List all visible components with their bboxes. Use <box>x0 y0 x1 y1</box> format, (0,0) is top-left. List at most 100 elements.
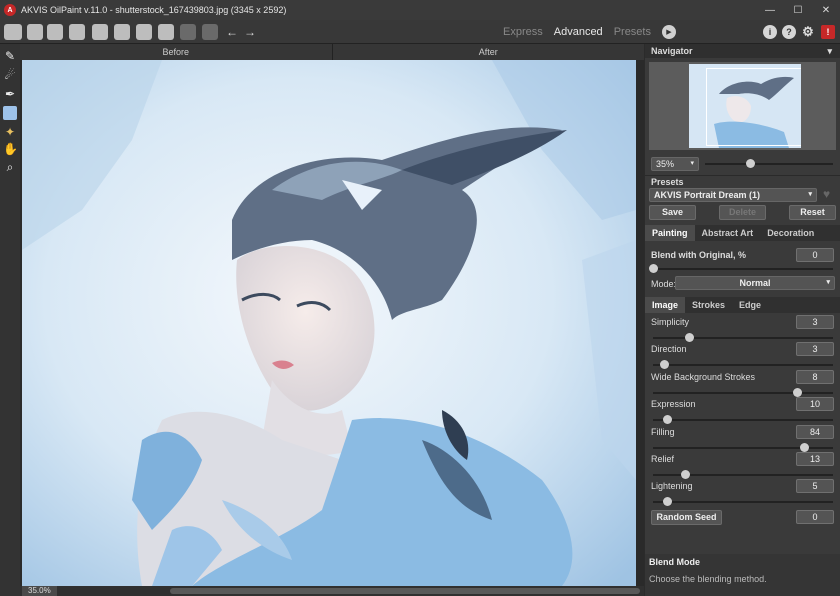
tab-edge[interactable]: Edge <box>732 297 768 313</box>
blend-label: Blend with Original, % <box>651 250 747 260</box>
batch-icon[interactable] <box>92 24 108 40</box>
help-icon[interactable]: ? <box>782 25 796 39</box>
blend-mode-select[interactable]: Normal ▾ <box>675 276 835 290</box>
tab-image[interactable]: Image <box>645 297 686 313</box>
home-icon[interactable] <box>4 24 22 40</box>
direction-slider-knob[interactable] <box>659 360 669 370</box>
direction-slider[interactable] <box>653 360 833 370</box>
navigator-title: Navigator <box>651 46 693 56</box>
delete-preset-button: Delete <box>719 205 766 220</box>
navigator-preview[interactable] <box>649 62 836 150</box>
zoom-slider-knob[interactable] <box>745 159 755 168</box>
zoom-tool-icon[interactable]: ⌕ <box>3 160 17 174</box>
random-seed-value-field[interactable]: 0 <box>796 510 834 524</box>
chevron-down-icon: ▾ <box>808 191 812 198</box>
lightening-slider-knob[interactable] <box>663 497 673 507</box>
tab-before[interactable]: Before <box>20 44 332 60</box>
main-tabs: Painting Abstract Art Decoration <box>645 225 840 241</box>
favorite-heart-icon[interactable]: ♥ <box>823 187 830 201</box>
tab-abstract-art[interactable]: Abstract Art <box>695 225 761 241</box>
lightening-value-field[interactable]: 5 <box>796 479 834 494</box>
share-icon[interactable] <box>114 24 130 40</box>
save-preset-button[interactable]: Save <box>649 205 696 220</box>
mode-advanced[interactable]: Advanced <box>554 26 603 38</box>
selection-tool-icon[interactable] <box>3 106 17 120</box>
tab-after[interactable]: After <box>331 44 645 60</box>
wide-background-strokes-value-field[interactable]: 8 <box>796 369 834 384</box>
info-icon[interactable]: i <box>763 25 777 39</box>
image-canvas[interactable] <box>22 60 636 586</box>
direction-value-field[interactable]: 3 <box>796 342 834 357</box>
mode-express[interactable]: Express <box>503 26 543 38</box>
simplicity-slider[interactable] <box>653 333 833 342</box>
run-play-icon[interactable]: ▶ <box>661 25 676 39</box>
navigator-view-box[interactable] <box>706 68 801 146</box>
plugin-icon[interactable] <box>136 24 152 40</box>
open-file-icon[interactable] <box>27 24 43 40</box>
wide-background-strokes-slider-knob[interactable] <box>793 387 802 397</box>
chevron-down-icon: ▾ <box>690 160 694 167</box>
random-seed-button[interactable]: Random Seed <box>651 510 722 525</box>
simplicity-value-field[interactable]: 3 <box>796 315 834 329</box>
expression-slider-knob[interactable] <box>663 415 673 425</box>
canvas-vertical-scrollbar[interactable] <box>636 60 644 586</box>
brush-tool-icon[interactable]: ✎ <box>3 49 17 63</box>
navigator-header[interactable]: Navigator ▾ <box>645 44 840 58</box>
lightening-slider[interactable] <box>653 497 833 507</box>
tab-strokes[interactable]: Strokes <box>685 297 732 313</box>
before-after-tabs: Before After <box>20 44 644 60</box>
navigator-thumbnail <box>689 64 801 148</box>
settings-gear-icon[interactable]: ⚙ <box>801 24 815 39</box>
tool-palette: ✎ ☄ ✒ ✦ ✋ ⌕ <box>0 44 20 596</box>
mode-presets[interactable]: Presets <box>614 26 651 38</box>
print-icon[interactable] <box>69 24 85 40</box>
main-toolbar: ← → Express Advanced Presets ▶ i ? ⚙ ! <box>0 20 840 44</box>
expression-slider[interactable] <box>653 415 833 425</box>
window-controls: — ☐ ✕ <box>756 0 840 20</box>
save-file-icon[interactable] <box>47 24 63 40</box>
direction-label: Direction <box>651 344 687 355</box>
wide-background-strokes-slider[interactable] <box>653 387 833 397</box>
presets-label: Presets <box>651 177 684 187</box>
filling-slider[interactable] <box>653 442 833 452</box>
zoom-select[interactable]: 35% ▾ <box>651 157 699 171</box>
pen-tool-icon[interactable]: ✒ <box>3 87 17 101</box>
wide-background-strokes-label: Wide Background Strokes <box>651 371 756 382</box>
relief-value-field[interactable]: 13 <box>796 452 834 466</box>
expression-value-field[interactable]: 10 <box>796 397 834 412</box>
close-button[interactable]: ✕ <box>812 0 840 20</box>
notification-icon[interactable]: ! <box>821 25 835 39</box>
stamp-tool-icon[interactable]: ✦ <box>3 125 17 139</box>
status-bar: 35.0% <box>20 586 644 596</box>
collapse-icon[interactable]: ▾ <box>827 44 832 58</box>
blend-slider[interactable] <box>649 264 833 273</box>
help-section: Blend Mode Choose the blending method. <box>645 554 840 596</box>
reset-preset-button[interactable]: Reset <box>789 205 836 220</box>
mode-label: Mode: <box>651 279 677 289</box>
relief-slider-knob[interactable] <box>681 470 691 479</box>
blend-value-field[interactable]: 0 <box>796 248 834 262</box>
tab-painting[interactable]: Painting <box>645 225 695 241</box>
apply-check-icon[interactable] <box>158 24 174 40</box>
tab-decoration[interactable]: Decoration <box>760 225 821 241</box>
lightening-label: Lightening <box>651 481 693 492</box>
blend-mode-value: Normal <box>739 278 771 288</box>
undo-icon[interactable]: ← <box>224 24 240 40</box>
divider <box>645 175 840 176</box>
zoom-value: 35% <box>656 159 675 169</box>
filling-value-field[interactable]: 84 <box>796 424 834 439</box>
maximize-button[interactable]: ☐ <box>784 0 812 20</box>
smudge-tool-icon[interactable]: ☄ <box>3 68 17 82</box>
zoom-status: 35.0% <box>22 586 57 596</box>
filling-slider-knob[interactable] <box>800 442 810 452</box>
canvas-horizontal-scrollbar[interactable] <box>170 588 640 594</box>
relief-slider[interactable] <box>653 470 833 479</box>
blend-slider-knob[interactable] <box>649 264 658 273</box>
zoom-slider[interactable] <box>705 159 833 168</box>
relief-label: Relief <box>651 454 675 464</box>
preset-select[interactable]: AKVIS Portrait Dream (1) ▾ <box>649 188 817 202</box>
minimize-button[interactable]: — <box>756 0 784 20</box>
hand-tool-icon[interactable]: ✋ <box>3 142 18 156</box>
simplicity-slider-knob[interactable] <box>685 333 694 342</box>
redo-icon[interactable]: → <box>242 24 258 40</box>
